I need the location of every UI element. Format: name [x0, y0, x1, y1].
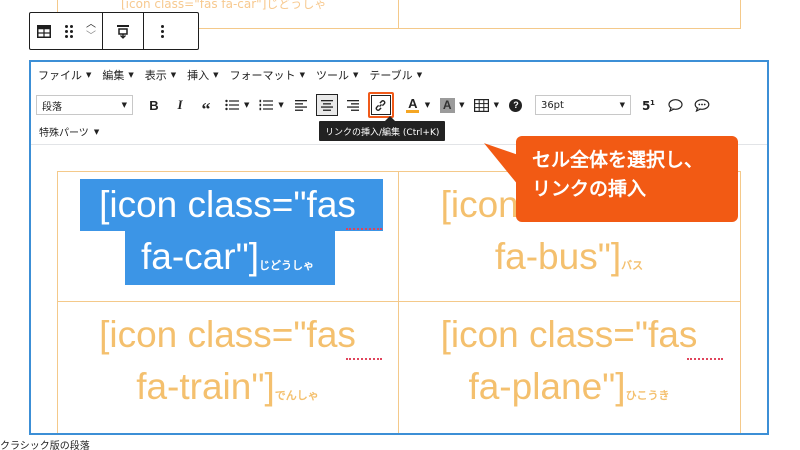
comment-button[interactable]	[665, 94, 687, 116]
table-icon[interactable]	[30, 13, 58, 49]
chevron-up-icon[interactable]: ︿	[86, 19, 96, 31]
cell-line2: fa-train"]でんしゃ	[136, 366, 319, 407]
dialog-button[interactable]	[691, 94, 713, 116]
caret-down-icon: ▼	[93, 127, 100, 136]
caret-down-icon: ▼	[213, 71, 219, 79]
table-cell-plane[interactable]: [icon class="fas fa-plane"]ひこうき	[398, 309, 740, 422]
spellcheck-underline	[687, 357, 723, 360]
numbered-list-button[interactable]	[255, 94, 277, 116]
vertical-align-icon[interactable]	[103, 13, 143, 49]
menu-edit[interactable]: 編集 ▼	[102, 67, 133, 83]
cell-line2: fa-bus"]バス	[494, 236, 644, 277]
caret-down-icon: ▼	[299, 71, 305, 79]
ruby-text: ひこうき	[625, 390, 670, 402]
menu-tools[interactable]: ツール ▼	[316, 67, 358, 83]
caret-down-icon: ▼	[170, 71, 177, 79]
italic-button[interactable]: I	[169, 94, 191, 116]
caret-down-icon: ▼	[619, 101, 625, 109]
ruby-text: でんしゃ	[274, 390, 319, 402]
ruby-text: バス	[621, 260, 644, 272]
font-color-button[interactable]: A	[402, 94, 424, 116]
link-icon	[375, 99, 386, 111]
special-parts-menu[interactable]: 特殊パーツ ▼	[39, 124, 100, 140]
table-cell-train[interactable]: [icon class="fas fa-train"]でんしゃ	[57, 309, 398, 422]
block-toolbar: ︿ ﹀	[29, 12, 199, 50]
block-type-label: クラシック版の段落	[0, 441, 90, 450]
bullet-list-icon	[225, 99, 239, 111]
cell-line1: [icon class="fas	[99, 184, 356, 225]
block-toolbar-group-main: ︿ ﹀	[30, 13, 103, 49]
ruby-button[interactable]: 51	[639, 94, 661, 116]
align-left-icon	[294, 99, 307, 111]
menu-format[interactable]: フォーマット ▼	[230, 67, 305, 83]
align-center-icon	[320, 99, 333, 111]
instruction-callout: セル全体を選択し、 リンクの挿入	[516, 136, 738, 222]
ruby-icon: 51	[642, 99, 655, 112]
caret-down-icon: ▼	[121, 101, 127, 109]
cell-line2: fa-plane"]ひこうき	[468, 366, 670, 407]
blockquote-button[interactable]: “	[195, 94, 217, 118]
caret-down-icon: ▼	[128, 71, 134, 79]
insert-link-button[interactable]	[367, 92, 394, 118]
caret-down-icon[interactable]: ▼	[244, 101, 249, 109]
svg-text:1: 1	[650, 99, 655, 107]
chat-bubble-icon	[694, 98, 710, 112]
caret-down-icon[interactable]: ▼	[459, 101, 464, 109]
font-size-select[interactable]: 36pt ▼	[534, 95, 631, 115]
format-select[interactable]: 段落 ▼	[36, 95, 133, 115]
background-color-button[interactable]: A	[436, 94, 458, 116]
speech-bubble-icon	[668, 98, 684, 112]
help-button[interactable]: ?	[505, 94, 527, 116]
classic-editor: ファイル ▼ 編集 ▼ 表示 ▼ 挿入 ▼ フォーマット ▼ ツール ▼ テーブル ▼ 段落 ▼…	[29, 60, 769, 435]
bold-button[interactable]: B	[143, 94, 165, 116]
table-icon	[474, 98, 490, 112]
block-toolbar-group-align	[103, 13, 144, 49]
align-center-button[interactable]	[315, 94, 338, 116]
menu-view[interactable]: 表示 ▼	[145, 67, 176, 83]
menu-insert[interactable]: 挿入 ▼	[187, 67, 218, 83]
bullet-list-button[interactable]	[221, 94, 243, 116]
caret-down-icon[interactable]: ▼	[278, 101, 283, 109]
numbered-list-icon	[259, 99, 274, 111]
font-color-icon: A	[406, 96, 420, 113]
cell-line1: [icon class="fas	[440, 314, 698, 355]
ruby-text: じどうしゃ	[259, 260, 314, 272]
align-left-button[interactable]	[290, 94, 312, 116]
cell-line1: [icon class="fas	[99, 314, 356, 355]
align-right-button[interactable]	[342, 94, 364, 116]
table-cell-car[interactable]: [icon class="fas fa-car"]じどうしゃ	[57, 179, 398, 292]
previous-cell-text: [icon class="fas fa-car"]じどうしゃ	[121, 0, 327, 11]
table-menu-button[interactable]	[471, 94, 493, 116]
callout-line1: セル全体を選択し、	[532, 149, 704, 171]
caret-down-icon[interactable]: ▼	[494, 101, 499, 109]
align-right-icon	[346, 99, 359, 111]
spellcheck-underline	[346, 227, 382, 230]
help-icon: ?	[509, 98, 523, 112]
menu-bar: ファイル ▼ 編集 ▼ 表示 ▼ 挿入 ▼ フォーマット ▼ ツール ▼ テーブル ▼	[31, 62, 767, 88]
caret-down-icon: ▼	[352, 71, 359, 79]
menu-file[interactable]: ファイル ▼	[38, 67, 91, 83]
caret-down-icon: ▼	[86, 71, 92, 79]
editor-toolbar: 段落 ▼ B I “ ▼ ▼ A ▼ A ▼ ▼ ? 36pt ▼ 5 1	[31, 90, 767, 120]
chevron-down-icon[interactable]: ﹀	[86, 31, 96, 43]
spellcheck-underline	[346, 357, 382, 360]
drag-handle-icon[interactable]	[58, 13, 80, 49]
more-options-icon[interactable]	[144, 13, 180, 49]
caret-down-icon[interactable]: ▼	[425, 101, 430, 109]
link-tooltip: リンクの挿入/編集 (Ctrl+K)	[319, 121, 446, 141]
callout-line2: リンクの挿入	[532, 178, 647, 200]
block-toolbar-group-more	[144, 13, 180, 49]
background-color-icon: A	[439, 97, 455, 113]
menu-table[interactable]: テーブル ▼	[369, 67, 422, 83]
caret-down-icon: ▼	[416, 71, 423, 79]
move-buttons: ︿ ﹀	[80, 13, 102, 49]
cell-line2: fa-car"]じどうしゃ	[141, 236, 314, 277]
